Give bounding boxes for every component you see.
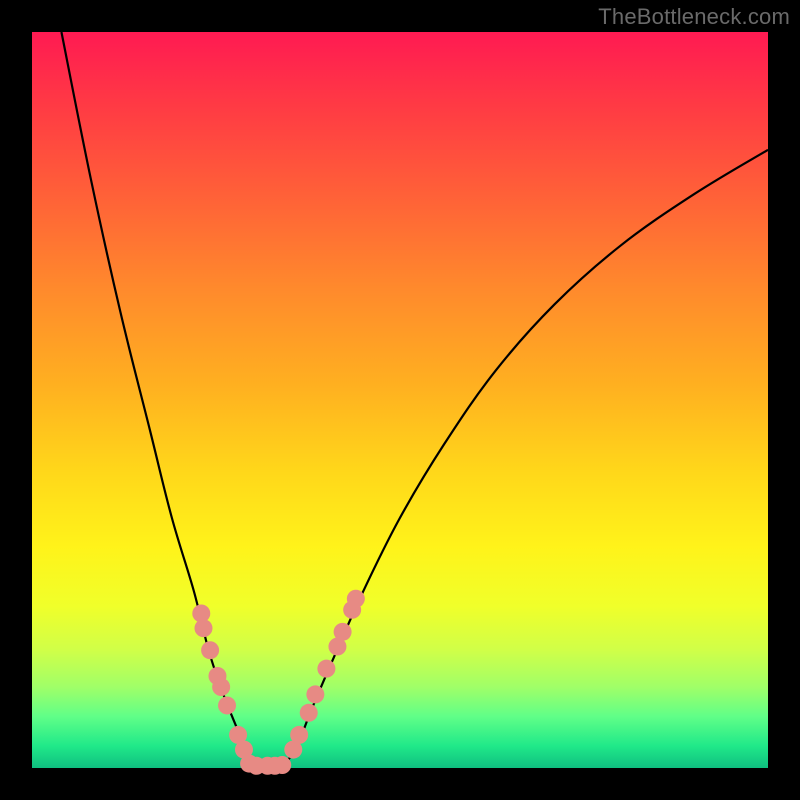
data-marker [212,678,230,696]
data-marker [201,641,219,659]
curve-left-branch [61,32,252,768]
plot-area [32,32,768,768]
data-marker [194,619,212,637]
data-marker [300,704,318,722]
watermark-text: TheBottleneck.com [598,4,790,30]
chart-frame: TheBottleneck.com [0,0,800,800]
data-marker [290,726,308,744]
data-marker [317,660,335,678]
curve-right-branch [282,150,768,768]
data-marker [334,623,352,641]
chart-svg [32,32,768,768]
data-marker [306,685,324,703]
data-marker [347,590,365,608]
marker-group [192,590,365,775]
data-marker [273,756,291,774]
data-marker [218,696,236,714]
